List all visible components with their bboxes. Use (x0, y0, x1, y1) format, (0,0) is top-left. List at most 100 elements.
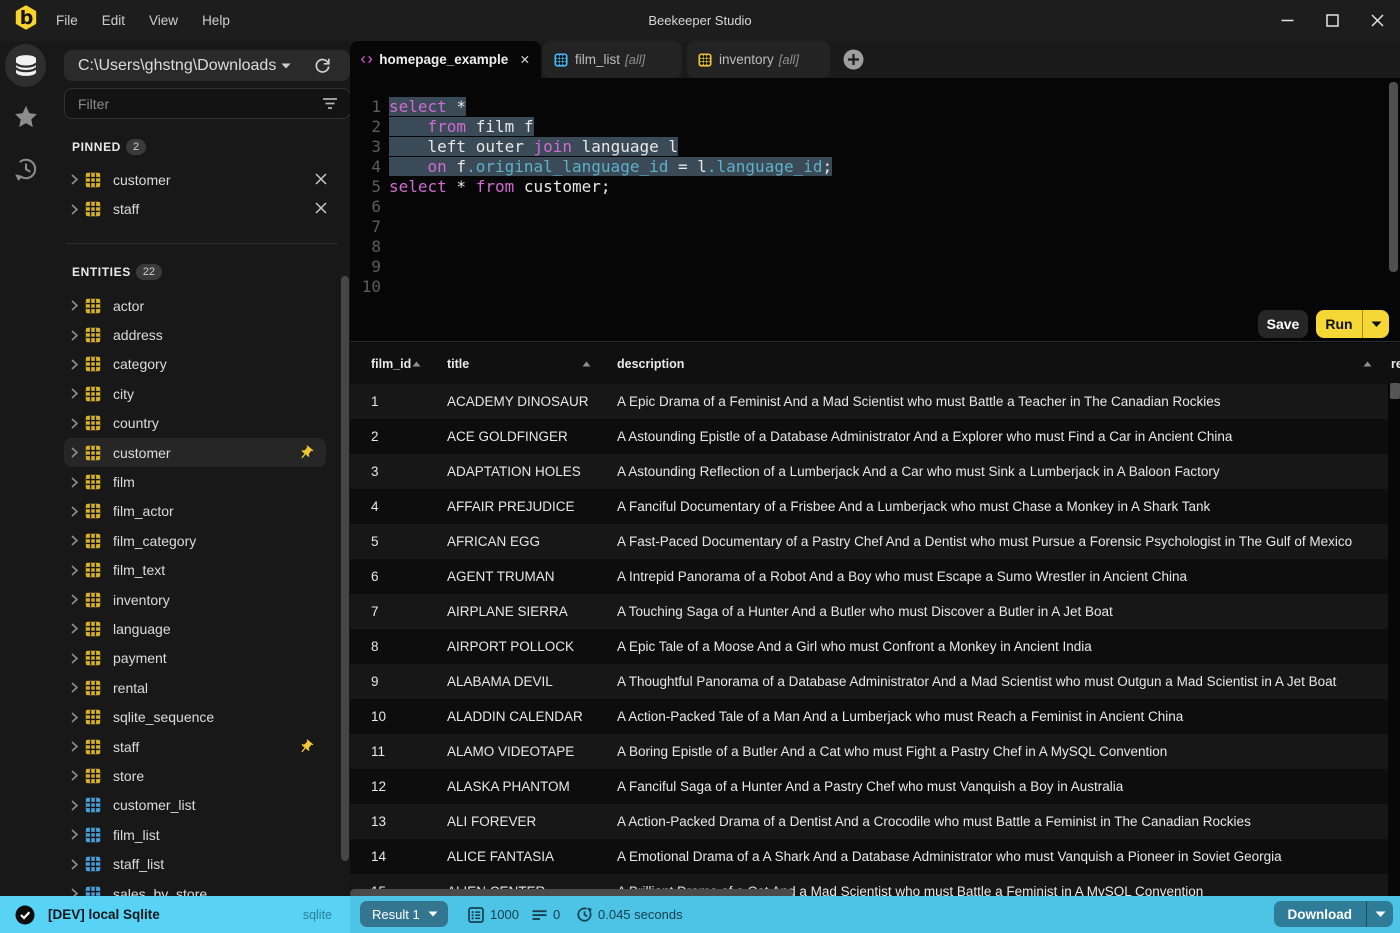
chevron-right-icon[interactable] (71, 829, 78, 840)
cell-film_id[interactable]: 14 (350, 839, 426, 874)
entity-item-sqlite_sequence[interactable]: sqlite_sequence (52, 702, 350, 731)
entity-item-country[interactable]: country (52, 409, 350, 438)
cell-film_id[interactable]: 10 (350, 699, 426, 734)
maximize-button[interactable] (1310, 0, 1355, 41)
cell-release_year[interactable]: 2006 (1377, 699, 1388, 734)
cell-description[interactable]: A Fanciful Saga of a Hunter And a Pastry… (596, 769, 1377, 804)
chevron-right-icon[interactable] (71, 623, 78, 635)
chevron-right-icon[interactable] (71, 300, 78, 311)
tab-homepage_example[interactable]: homepage_example (350, 41, 541, 78)
cell-film_id[interactable]: 2 (350, 419, 426, 454)
entity-item-film_text[interactable]: film_text (52, 556, 350, 585)
entity-item-payment[interactable]: payment (52, 644, 350, 673)
chevron-right-icon[interactable] (71, 329, 78, 341)
cell-film_id[interactable]: 8 (350, 629, 426, 664)
column-header-title[interactable]: title (426, 343, 596, 384)
chevron-right-icon[interactable] (71, 418, 78, 429)
chevron-right-icon[interactable] (71, 565, 78, 576)
cell-title[interactable]: AFFAIR PREJUDICE (426, 489, 596, 524)
database-tab-button[interactable] (5, 44, 46, 87)
results-vertical-scrollbar[interactable] (1390, 383, 1400, 399)
cell-title[interactable]: ALI FOREVER (426, 804, 596, 839)
cell-release_year[interactable]: 2006 (1377, 804, 1388, 839)
table-row-13[interactable]: 13 ALI FOREVER A Action-Packed Drama of a … (350, 804, 1388, 839)
cell-title[interactable]: ACE GOLDFINGER (426, 419, 596, 454)
cell-film_id[interactable]: 5 (350, 524, 426, 559)
entity-item-customer[interactable]: customer (52, 437, 350, 468)
cell-release_year[interactable]: 2006 (1377, 384, 1388, 419)
connection-selector[interactable]: C:\Users\ghstng\Downloads (64, 50, 350, 81)
download-button[interactable]: Download (1273, 901, 1393, 927)
chevron-right-icon[interactable] (71, 535, 78, 546)
new-tab-button[interactable] (843, 49, 864, 70)
entity-item-city[interactable]: city (52, 379, 350, 408)
table-row-6[interactable]: 6 AGENT TRUMAN A Intrepid Panorama of a Ro… (350, 559, 1388, 594)
cell-film_id[interactable]: 7 (350, 594, 426, 629)
entity-item-staff_list[interactable]: staff_list (52, 849, 350, 878)
entity-item-staff[interactable]: staff (52, 732, 350, 761)
chevron-right-icon[interactable] (71, 859, 78, 870)
cell-title[interactable]: ALICE FANTASIA (426, 839, 596, 874)
cell-title[interactable]: ACADEMY DINOSAUR (426, 384, 596, 419)
tab-inventory[interactable]: inventory [all] (687, 41, 830, 78)
cell-description[interactable]: A Intrepid Panorama of a Robot And a Boy… (596, 559, 1377, 594)
entity-item-customer_list[interactable]: customer_list (52, 791, 350, 820)
sort-arrow-icon[interactable] (412, 361, 421, 367)
cell-release_year[interactable]: 2006 (1377, 594, 1388, 629)
pin-icon[interactable] (298, 445, 314, 461)
entity-item-category[interactable]: category (52, 350, 350, 379)
chevron-right-icon[interactable] (71, 712, 78, 723)
unpin-close-icon[interactable] (315, 202, 327, 214)
cell-release_year[interactable]: 2006 (1377, 839, 1388, 874)
table-row-4[interactable]: 4 AFFAIR PREJUDICE A Fanciful Documentary … (350, 489, 1388, 524)
cell-description[interactable]: A Epic Drama of a Feminist And a Mad Sci… (596, 384, 1377, 419)
cell-title[interactable]: AIRPLANE SIERRA (426, 594, 596, 629)
chevron-right-icon[interactable] (71, 594, 78, 605)
cell-film_id[interactable]: 12 (350, 769, 426, 804)
sidebar-scrollbar[interactable] (341, 276, 349, 861)
cell-film_id[interactable]: 9 (350, 664, 426, 699)
pinned-item-customer[interactable]: customer (52, 165, 350, 194)
table-row-12[interactable]: 12 ALASKA PHANTOM A Fanciful Saga of a Hun… (350, 769, 1388, 804)
chevron-right-icon[interactable] (71, 653, 78, 664)
tab-close-icon[interactable] (521, 54, 529, 65)
table-row-9[interactable]: 9 ALABAMA DEVIL A Thoughtful Panorama of a… (350, 664, 1388, 699)
chevron-right-icon[interactable] (71, 203, 78, 215)
menu-edit[interactable]: Edit (101, 11, 126, 30)
table-row-5[interactable]: 5 AFRICAN EGG A Fast-Paced Documentary of … (350, 524, 1388, 559)
cell-description[interactable]: A Emotional Drama of a A Shark And a Dat… (596, 839, 1377, 874)
chevron-right-icon[interactable] (71, 388, 78, 399)
chevron-right-icon[interactable] (71, 447, 78, 458)
sort-arrow-icon[interactable] (582, 361, 591, 367)
download-options-button[interactable] (1367, 911, 1393, 918)
cell-title[interactable]: AGENT TRUMAN (426, 559, 596, 594)
cell-title[interactable]: ALABAMA DEVIL (426, 664, 596, 699)
chevron-right-icon[interactable] (71, 359, 78, 370)
cell-release_year[interactable]: 2006 (1377, 419, 1388, 454)
table-row-1[interactable]: 1 ACADEMY DINOSAUR A Epic Drama of a Femin… (350, 384, 1388, 419)
entity-item-film[interactable]: film (52, 467, 350, 496)
table-row-2[interactable]: 2 ACE GOLDFINGER A Astounding Epistle of a… (350, 419, 1388, 454)
entity-item-address[interactable]: address (52, 320, 350, 349)
cell-title[interactable]: AFRICAN EGG (426, 524, 596, 559)
cell-description[interactable]: A Action-Packed Drama of a Dentist And a… (596, 804, 1377, 839)
cell-film_id[interactable]: 4 (350, 489, 426, 524)
cell-film_id[interactable]: 3 (350, 454, 426, 489)
entity-item-rental[interactable]: rental (52, 673, 350, 702)
cell-title[interactable]: ALADDIN CALENDAR (426, 699, 596, 734)
cell-release_year[interactable]: 2006 (1377, 664, 1388, 699)
result-tab-selector[interactable]: Result 1 (360, 901, 448, 927)
cell-description[interactable]: A Astounding Epistle of a Database Admin… (596, 419, 1377, 454)
query-history-button[interactable] (14, 157, 38, 186)
chevron-right-icon[interactable] (71, 174, 78, 185)
cell-release_year[interactable]: 2006 (1377, 629, 1388, 664)
sql-editor[interactable]: 1 select * 2 from film f3 left outer join … (350, 78, 1400, 341)
table-row-8[interactable]: 8 AIRPORT POLLOCK A Epic Tale of a Moose A… (350, 629, 1388, 664)
cell-title[interactable]: ALASKA PHANTOM (426, 769, 596, 804)
sidebar-filter[interactable]: Filter (64, 88, 351, 119)
minimize-button[interactable] (1265, 0, 1310, 41)
column-header-release_year[interactable]: release_year (1377, 343, 1400, 384)
table-row-10[interactable]: 10 ALADDIN CALENDAR A Action-Packed Tale o… (350, 699, 1388, 734)
editor-scrollbar[interactable] (1389, 82, 1398, 272)
cell-description[interactable]: A Touching Saga of a Hunter And a Butler… (596, 594, 1377, 629)
